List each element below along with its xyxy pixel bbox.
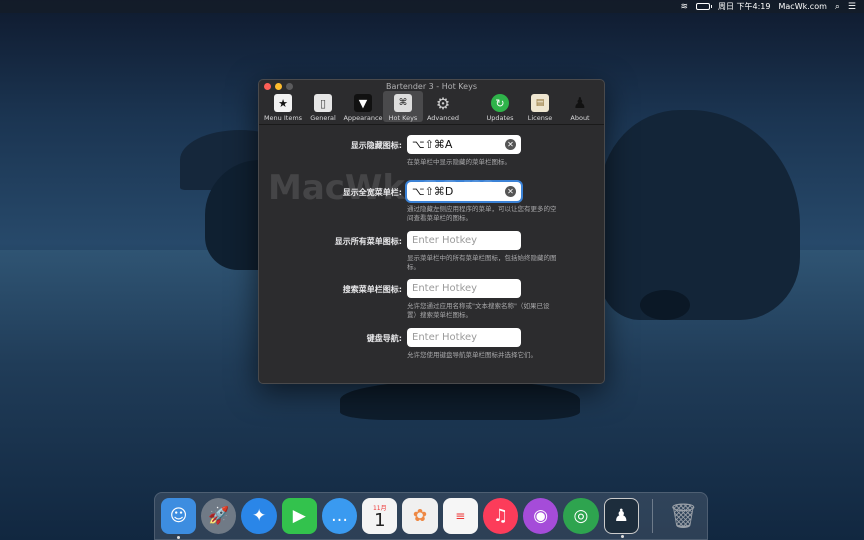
tab-license[interactable]: ▤ License — [520, 91, 560, 122]
tab-label: Updates — [486, 114, 514, 122]
tab-label: Appearance — [343, 114, 383, 122]
tuxedo-icon: ▼ — [354, 94, 372, 112]
tab-label: License — [527, 114, 553, 122]
minimize-button[interactable] — [275, 83, 282, 90]
calendar-day: 1 — [374, 509, 386, 531]
keys-icon: ⌘ — [394, 94, 412, 112]
hotkey-placeholder: Enter Hotkey — [412, 283, 478, 294]
refresh-icon: ↻ — [491, 94, 509, 112]
switch-icon: ▯ — [314, 94, 332, 112]
tab-label: Advanced — [426, 114, 460, 122]
bartender-icon: ♟ — [573, 94, 587, 112]
wallpaper-island — [600, 110, 800, 320]
wallpaper-island — [340, 380, 580, 420]
safari-icon[interactable]: ✦ — [241, 498, 277, 534]
tab-about[interactable]: ♟ About — [560, 91, 600, 122]
hotkey-description: 显示菜单栏中的所有菜单栏图标，包括始终隐藏的图标。 — [407, 254, 557, 271]
bartender-icon[interactable]: ♟ — [603, 498, 639, 538]
wifi-icon[interactable]: ≋ — [680, 2, 688, 12]
tab-label: About — [570, 114, 590, 122]
launchpad-icon[interactable]: 🚀 — [201, 498, 237, 534]
close-button[interactable] — [264, 83, 271, 90]
clear-icon[interactable]: ✕ — [505, 186, 516, 197]
zoom-button[interactable] — [286, 83, 293, 90]
tab-updates[interactable]: ↻ Updates — [480, 91, 520, 122]
dock-separator — [651, 499, 653, 533]
gear-icon: ⚙ — [435, 93, 451, 113]
hotkey-placeholder: Enter Hotkey — [412, 332, 478, 343]
tab-label: Menu Items — [263, 114, 303, 122]
window-title: Bartender 3 - Hot Keys — [386, 81, 477, 91]
hotkey-field[interactable]: Enter Hotkey — [407, 231, 521, 250]
hotkey-label: 显示隐藏图标: — [350, 141, 402, 150]
podcasts-icon[interactable]: ◉ — [523, 498, 559, 534]
hotkey-placeholder: Enter Hotkey — [412, 235, 478, 246]
hotkey-field[interactable]: ⌥⇧⌘D ✕ — [407, 182, 521, 201]
bartender-preferences-window: Bartender 3 - Hot Keys ★ Menu Items ▯ Ge… — [258, 79, 605, 384]
tab-hot-keys[interactable]: ⌘ Hot Keys — [383, 91, 423, 122]
reminders-icon[interactable]: ≡ — [442, 498, 478, 534]
hotkey-label: 显示全宽菜单栏: — [342, 188, 402, 197]
menu-bar: ≋ 周日 下午4:19 MacWk.com ⌕ ☰ — [0, 0, 864, 13]
hotkey-description: 在菜单栏中显示隐藏的菜单栏图标。 — [407, 158, 511, 166]
wallpaper-rock — [640, 290, 690, 320]
calendar-icon[interactable]: 11月 1 — [362, 498, 398, 534]
star-icon: ★ — [274, 94, 292, 112]
hotkey-field[interactable]: Enter Hotkey — [407, 328, 521, 347]
hotkey-value: ⌥⇧⌘A — [412, 138, 453, 151]
tab-menu-items[interactable]: ★ Menu Items — [263, 91, 303, 122]
find-my-icon[interactable]: ◎ — [563, 498, 599, 534]
trash-icon[interactable]: 🗑 — [666, 498, 701, 534]
tab-appearance[interactable]: ▼ Appearance — [343, 91, 383, 122]
control-center-icon[interactable]: ☰ — [848, 2, 856, 12]
messages-icon[interactable]: … — [321, 498, 358, 534]
hotkey-description: 允许您通过应用名称或"文本搜索名称"（如果已设置）搜索菜单栏图标。 — [407, 302, 550, 319]
tab-label: General — [310, 114, 336, 122]
menu-bar-clock[interactable]: 周日 下午4:19 — [718, 1, 771, 12]
hot-keys-pane: 显示隐藏图标: ⌥⇧⌘A ✕ 在菜单栏中显示隐藏的菜单栏图标。 显示全宽菜单栏:… — [259, 125, 604, 359]
hotkey-description: 允许您使用键盘导航菜单栏图标并选择它们。 — [407, 351, 537, 359]
finder-icon[interactable]: ☺ — [161, 498, 197, 539]
menu-bar-status: ≋ 周日 下午4:19 MacWk.com ⌕ ☰ — [680, 1, 856, 12]
hotkey-field[interactable]: ⌥⇧⌘A ✕ — [407, 135, 521, 154]
hotkey-label: 显示所有菜单图标: — [334, 237, 402, 246]
tab-advanced[interactable]: ⚙ Advanced — [423, 91, 463, 123]
clear-icon[interactable]: ✕ — [505, 139, 516, 150]
battery-icon[interactable] — [695, 3, 712, 10]
preferences-toolbar: ★ Menu Items ▯ General ▼ Appearance ⌘ Ho… — [259, 91, 604, 125]
hotkey-label: 键盘导航: — [366, 334, 402, 343]
photos-icon[interactable]: ✿ — [402, 498, 438, 534]
dock: ☺ 🚀 ✦ ▶ … 11月 1 ✿ ≡ ♫ ◉ ◎ ♟ 🗑 — [154, 492, 708, 540]
music-icon[interactable]: ♫ — [482, 498, 519, 534]
hotkey-description: 通过隐藏左侧应用程序的菜单，可以让您有更多的空间查看菜单栏的图标。 — [407, 205, 557, 222]
certificate-icon: ▤ — [531, 94, 549, 112]
tab-label: Hot Keys — [388, 114, 418, 122]
menu-bar-site[interactable]: MacWk.com — [779, 2, 827, 11]
tab-general[interactable]: ▯ General — [303, 91, 343, 122]
hotkey-field[interactable]: Enter Hotkey — [407, 279, 521, 298]
hotkey-value: ⌥⇧⌘D — [412, 185, 454, 198]
facetime-icon[interactable]: ▶ — [281, 498, 317, 534]
title-bar: Bartender 3 - Hot Keys — [259, 80, 604, 92]
search-icon[interactable]: ⌕ — [835, 2, 840, 12]
hotkey-label: 搜索菜单栏图标: — [342, 285, 402, 294]
